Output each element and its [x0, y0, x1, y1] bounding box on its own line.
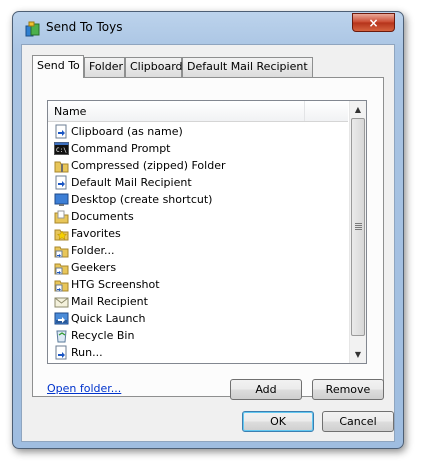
list-item-label: HTG Screenshot — [71, 278, 160, 291]
list-item[interactable]: Transfer Folder — [52, 361, 348, 364]
cancel-button[interactable]: Cancel — [322, 411, 394, 432]
list-item-label: Quick Launch — [71, 312, 146, 325]
tab-folder[interactable]: Folder — [84, 57, 125, 77]
list-item[interactable]: Compressed (zipped) Folder — [52, 157, 348, 174]
send-to-list[interactable]: Name Clipboard (as name) C:\ Command Promp… — [47, 100, 367, 364]
list-item-label: Clipboard (as name) — [71, 125, 183, 138]
list-item-label: Default Mail Recipient — [71, 176, 192, 189]
name-column-header[interactable]: Name — [54, 105, 86, 118]
remove-button[interactable]: Remove — [312, 379, 384, 400]
send-to-toys-window: Send To Toys × Send To Folder Clipboard … — [12, 11, 404, 449]
shortcut-icon — [55, 175, 67, 190]
list-items: Clipboard (as name) C:\ Command Prompt Comp… — [52, 123, 348, 364]
recycle-bin-icon — [56, 330, 67, 343]
app-icon — [25, 21, 40, 37]
mail-icon — [54, 297, 69, 308]
zip-folder-icon — [54, 161, 69, 173]
grip-icon — [355, 223, 362, 230]
scroll-up-icon[interactable]: ▲ — [350, 101, 366, 118]
list-item[interactable]: Clipboard (as name) — [52, 123, 348, 140]
list-item[interactable]: Recycle Bin — [52, 327, 348, 344]
desktop-icon — [54, 193, 69, 206]
folder-shortcut-icon — [54, 280, 69, 292]
list-item[interactable]: C:\ Command Prompt — [52, 140, 348, 157]
window-title: Send To Toys — [46, 20, 123, 34]
ok-button[interactable]: OK — [242, 411, 314, 432]
vertical-scrollbar[interactable]: ▲ ▼ — [349, 101, 366, 363]
list-item[interactable]: Quick Launch — [52, 310, 348, 327]
add-button[interactable]: Add — [230, 379, 302, 400]
list-item[interactable]: Folder... — [52, 242, 348, 259]
svg-text:C:\: C:\ — [56, 147, 67, 154]
list-item-label: Desktop (create shortcut) — [71, 193, 213, 206]
list-item[interactable]: Run... — [52, 344, 348, 361]
tab-default-mail-recipient[interactable]: Default Mail Recipient — [182, 57, 313, 77]
close-button[interactable]: × — [352, 13, 395, 32]
list-item-label: Recycle Bin — [71, 329, 135, 342]
list-item-label: Favorites — [71, 227, 121, 240]
column-divider[interactable] — [304, 101, 305, 121]
list-item[interactable]: Documents — [52, 208, 348, 225]
list-item-label: Compressed (zipped) Folder — [71, 159, 226, 172]
favorites-icon — [54, 229, 69, 241]
list-item[interactable]: Mail Recipient — [52, 293, 348, 310]
tab-clipboard[interactable]: Clipboard — [125, 57, 183, 77]
list-item-label: Folder... — [71, 244, 115, 257]
list-item-label: Documents — [71, 210, 134, 223]
tab-send-to[interactable]: Send To — [32, 55, 84, 78]
folder-shortcut-icon — [54, 263, 69, 275]
run-icon — [55, 345, 67, 360]
shortcut-icon — [55, 124, 67, 139]
dialog-body: Send To Folder Clipboard Default Mail Re… — [21, 44, 395, 442]
list-item-label: Run... — [71, 346, 103, 359]
folder-shortcut-icon — [54, 362, 69, 364]
list-item[interactable]: Desktop (create shortcut) — [52, 191, 348, 208]
list-item-label: Mail Recipient — [71, 295, 148, 308]
open-folder-link[interactable]: Open folder... — [47, 382, 121, 395]
list-item[interactable]: HTG Screenshot — [52, 276, 348, 293]
list-header: Name — [48, 101, 348, 122]
list-item-label: Geekers — [71, 261, 117, 274]
list-item-label: Transfer Folder — [71, 361, 153, 363]
command-prompt-icon: C:\ — [54, 142, 69, 155]
list-item[interactable]: Geekers — [52, 259, 348, 276]
list-item[interactable]: Default Mail Recipient — [52, 174, 348, 191]
list-item[interactable]: Favorites — [52, 225, 348, 242]
title-bar[interactable]: Send To Toys × — [13, 12, 403, 44]
list-item-label: Command Prompt — [71, 142, 171, 155]
documents-folder-icon — [54, 210, 69, 224]
scroll-down-icon[interactable]: ▼ — [350, 346, 366, 363]
quick-launch-icon — [54, 312, 69, 325]
folder-shortcut-icon — [54, 246, 69, 258]
scrollbar-thumb[interactable] — [351, 118, 365, 336]
send-to-panel: Name Clipboard (as name) C:\ Command Promp… — [32, 77, 384, 400]
close-icon: × — [368, 15, 379, 30]
